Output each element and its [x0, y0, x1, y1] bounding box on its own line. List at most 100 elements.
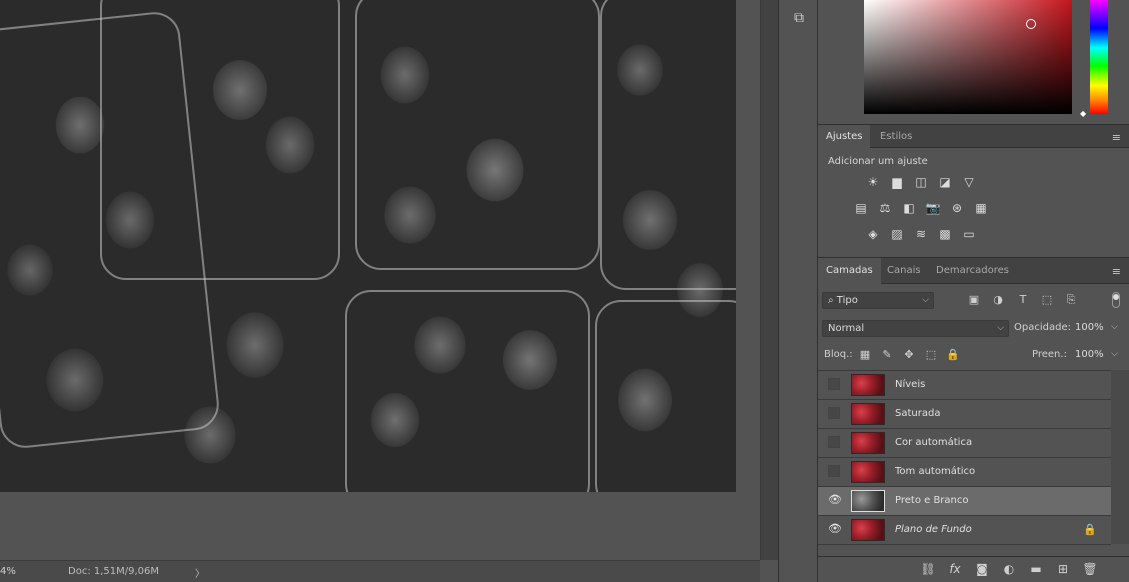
adjustments-panel-menu-icon[interactable]: ≡ — [1112, 131, 1121, 144]
document-canvas-area[interactable] — [0, 0, 760, 560]
filter-smart-object-icon[interactable]: ⎘ — [1064, 293, 1078, 307]
add-adjustment-label: Adicionar um ajuste — [828, 156, 928, 167]
visibility-toggle[interactable] — [828, 378, 840, 390]
layers-panel: ⌕ Tipo ⌵ ▣ ◑ T ⬚ ⎘ Normal ⌵ Opacidade: 1… — [818, 284, 1129, 582]
delete-layer-icon[interactable]: 🗑 — [1082, 562, 1098, 578]
layer-thumbnail — [851, 403, 885, 425]
chevron-down-icon: ⌵ — [997, 323, 1004, 333]
link-layers-icon[interactable]: ⛓ — [920, 562, 936, 578]
layer-row-preto-e-branco[interactable]: 👁 Preto e Branco — [818, 487, 1111, 516]
chevron-down-icon: ⌵ — [1111, 349, 1118, 359]
levels-icon[interactable]: ▆ — [888, 173, 906, 191]
layer-filter-select[interactable]: ⌕ Tipo ⌵ — [822, 292, 934, 309]
new-adjustment-layer-icon[interactable]: ◐ — [1001, 562, 1017, 578]
hue-slider[interactable] — [1090, 0, 1108, 114]
adjustments-tab-bar: Ajustes Estilos ≡ — [818, 124, 1129, 148]
chevron-down-icon: ⌵ — [922, 295, 929, 305]
layer-thumbnail — [851, 432, 885, 454]
adjustment-icons-row-2: ▤ ⚖ ◧ 📷 ⊛ ▦ — [852, 199, 990, 217]
layer-filter-value: Tipo — [836, 295, 858, 306]
photo-filter-icon[interactable]: 📷 — [924, 199, 942, 217]
status-bar: 4% Doc: 1,51M/9,06M 〉 — [0, 560, 760, 582]
layer-filter-toggle[interactable] — [1112, 292, 1120, 308]
tab-canais[interactable]: Canais — [879, 258, 929, 284]
filter-pixel-layer-icon[interactable]: ▣ — [967, 293, 981, 307]
hue-saturation-icon[interactable]: ▤ — [852, 199, 870, 217]
color-saturation-field[interactable] — [864, 0, 1072, 114]
layers-panel-menu-icon[interactable]: ≡ — [1112, 265, 1121, 278]
filter-type-layer-icon[interactable]: T — [1016, 293, 1030, 307]
hue-marker-icon[interactable]: ◆ — [1080, 109, 1086, 118]
filter-shape-layer-icon[interactable]: ⬚ — [1040, 293, 1054, 307]
lock-image-pixels-icon[interactable]: ✎ — [880, 348, 894, 362]
tab-demarcadores[interactable]: Demarcadores — [928, 258, 1017, 284]
properties-panel-icon[interactable]: ⧉ — [788, 10, 810, 30]
channel-mixer-icon[interactable]: ⊛ — [948, 199, 966, 217]
layer-name: Cor automática — [895, 437, 973, 448]
brightness-contrast-icon[interactable]: ☀ — [864, 173, 882, 191]
opacity-label: Opacidade: — [1014, 322, 1071, 333]
color-cursor-icon[interactable] — [1026, 19, 1036, 29]
selective-color-icon[interactable]: ▩ — [936, 225, 954, 243]
layer-thumbnail — [851, 519, 885, 541]
eye-icon[interactable]: 👁 — [828, 523, 842, 535]
zoom-level[interactable]: 4% — [0, 566, 16, 577]
invert-icon[interactable]: ◈ — [864, 225, 882, 243]
visibility-toggle[interactable] — [828, 407, 840, 419]
eye-icon[interactable]: 👁 — [828, 494, 842, 506]
blend-mode-value: Normal — [828, 323, 865, 334]
blend-mode-select[interactable]: Normal ⌵ — [822, 320, 1009, 337]
layer-name: Preto e Branco — [895, 495, 969, 506]
status-menu-arrow-icon[interactable]: 〉 — [195, 565, 205, 580]
lock-icon[interactable]: 🔒 — [1083, 523, 1097, 536]
layer-row-plano-de-fundo[interactable]: 👁 Plano de Fundo 🔒 — [818, 516, 1111, 545]
layer-row-saturada[interactable]: Saturada — [818, 400, 1111, 429]
tray-outline — [355, 0, 600, 270]
tray-outline — [100, 0, 340, 280]
tab-ajustes[interactable]: Ajustes — [818, 125, 871, 148]
lock-label: Bloq.: — [824, 349, 853, 360]
layer-list: Níveis Saturada Cor automática Tom autom… — [818, 370, 1111, 545]
lock-all-icon[interactable]: 🔒 — [946, 348, 960, 362]
document-size-info: Doc: 1,51M/9,06M — [68, 566, 160, 577]
color-picker-panel: ◆ — [818, 0, 1129, 124]
tab-estilos[interactable]: Estilos — [872, 125, 920, 148]
layer-list-scrollbar[interactable] — [1111, 370, 1129, 544]
threshold-icon[interactable]: ≋ — [912, 225, 930, 243]
posterize-icon[interactable]: ▨ — [888, 225, 906, 243]
vertical-scrollbar[interactable] — [760, 0, 778, 560]
add-mask-icon[interactable]: ◙ — [974, 562, 990, 578]
black-white-icon[interactable]: ◧ — [900, 199, 918, 217]
layer-row-tom-automatico[interactable]: Tom automático — [818, 458, 1111, 487]
layer-thumbnail — [851, 461, 885, 483]
vibrance-icon[interactable]: ▽ — [960, 173, 978, 191]
visibility-toggle[interactable] — [828, 465, 840, 477]
layer-thumbnail — [851, 374, 885, 396]
layer-name: Plano de Fundo — [895, 524, 972, 535]
adjustment-icons-row-1: ☀ ▆ ◫ ◪ ▽ — [864, 173, 978, 191]
color-balance-icon[interactable]: ⚖ — [876, 199, 894, 217]
fill-field[interactable]: 100% ⌵ — [1070, 347, 1122, 364]
exposure-icon[interactable]: ◪ — [936, 173, 954, 191]
color-lookup-icon[interactable]: ▦ — [972, 199, 990, 217]
filter-adjustment-layer-icon[interactable]: ◑ — [991, 293, 1005, 307]
lock-transparent-pixels-icon[interactable]: ▦ — [858, 348, 872, 362]
gradient-map-icon[interactable]: ▭ — [960, 225, 978, 243]
layer-row-cor-automatica[interactable]: Cor automática — [818, 429, 1111, 458]
tray-outline — [345, 290, 590, 492]
curves-icon[interactable]: ◫ — [912, 173, 930, 191]
new-layer-icon[interactable]: ⊞ — [1055, 562, 1071, 578]
lock-artboard-icon[interactable]: ⬚ — [924, 348, 938, 362]
document-image-strawberries[interactable] — [0, 0, 736, 492]
layer-row-niveis[interactable]: Níveis — [818, 371, 1111, 400]
right-panel-stack: ◆ Ajustes Estilos ≡ Adicionar um ajuste … — [818, 0, 1129, 582]
layer-thumbnail — [851, 490, 885, 512]
collapsed-panel-dock: ⧉ — [778, 0, 818, 582]
opacity-field[interactable]: 100% ⌵ — [1070, 320, 1122, 337]
layer-style-fx-icon[interactable]: fx — [947, 562, 963, 578]
tab-camadas[interactable]: Camadas — [818, 258, 881, 284]
chevron-down-icon: ⌵ — [1111, 322, 1118, 332]
new-group-icon[interactable]: ▬ — [1028, 562, 1044, 578]
visibility-toggle[interactable] — [828, 436, 840, 448]
lock-position-icon[interactable]: ✥ — [902, 348, 916, 362]
